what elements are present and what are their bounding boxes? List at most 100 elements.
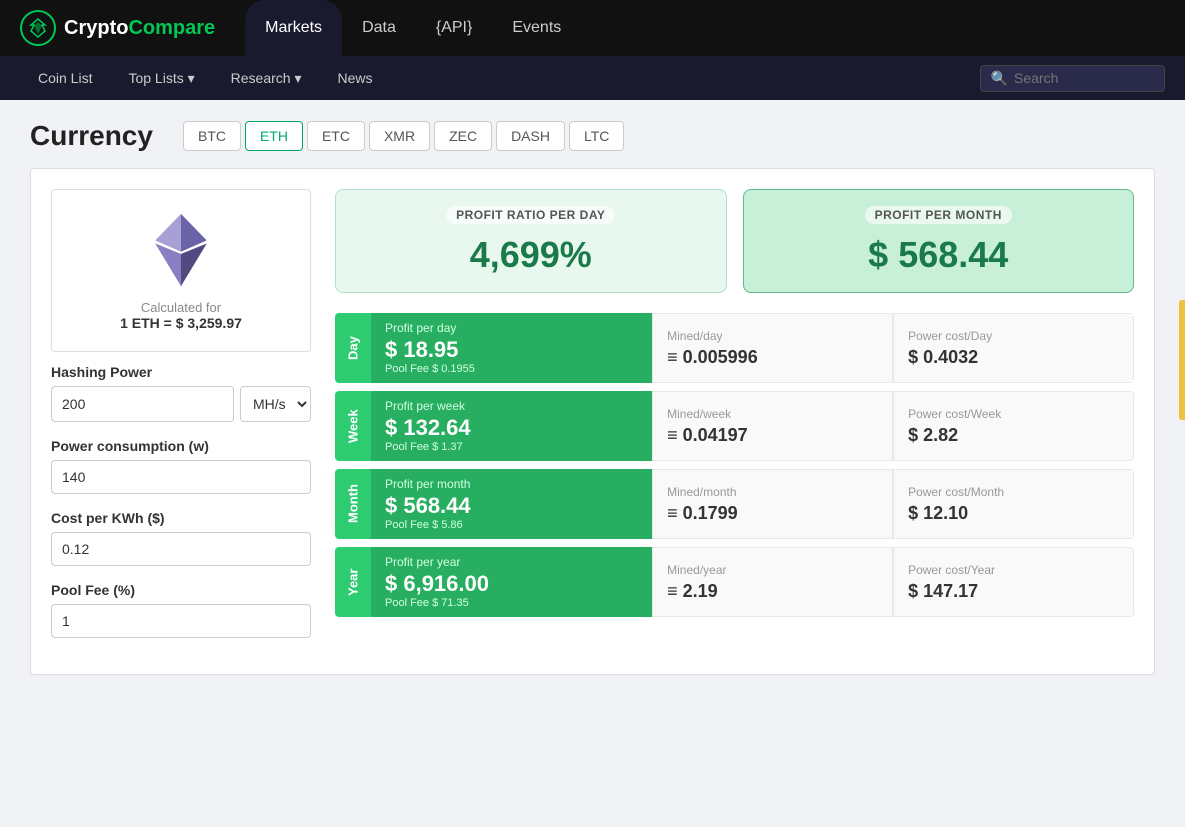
profit-main-3: Profit per year $ 6,916.00 Pool Fee $ 71… (371, 547, 652, 617)
pool-fee-display-1: Pool Fee $ 1.37 (385, 441, 638, 453)
nav-top-lists[interactable]: Top Lists ▾ (110, 56, 212, 100)
cost-kwh-group: Cost per KWh ($) (51, 510, 311, 566)
main-panel: Calculated for 1 ETH = $ 3,259.97 Hashin… (30, 168, 1155, 675)
data-row-day: Day Profit per day $ 18.95 Pool Fee $ 0.… (335, 313, 1134, 383)
pool-fee-display-2: Pool Fee $ 5.86 (385, 519, 638, 531)
power-value-1: $ 2.82 (908, 425, 1119, 446)
data-row-month: Month Profit per month $ 568.44 Pool Fee… (335, 469, 1134, 539)
profit-amount-3: $ 6,916.00 (385, 571, 638, 597)
hashing-power-group: Hashing Power MH/s GH/s TH/s (51, 364, 311, 422)
mined-label-3: Mined/year (667, 563, 878, 577)
tab-dash[interactable]: DASH (496, 121, 565, 151)
pool-fee-display-0: Pool Fee $ 0.1955 (385, 363, 638, 375)
mined-value-2: ≡ 0.1799 (667, 503, 878, 524)
search-box[interactable]: 🔍 (980, 65, 1165, 92)
profit-title-2: Profit per month (385, 477, 638, 491)
top-nav: CryptoCompare Markets Data {API} Events (0, 0, 1185, 56)
hashing-power-unit[interactable]: MH/s GH/s TH/s (240, 386, 311, 422)
power-cell-0: Power cost/Day $ 0.4032 (893, 313, 1134, 383)
nav-research[interactable]: Research ▾ (213, 56, 320, 100)
eth-logo-box: Calculated for 1 ETH = $ 3,259.97 (51, 189, 311, 352)
power-consumption-input[interactable] (51, 460, 311, 494)
logo-text-compare: Compare (128, 17, 215, 40)
period-label-2: Month (335, 469, 371, 539)
page-title: Currency (30, 120, 153, 152)
data-row-year: Year Profit per year $ 6,916.00 Pool Fee… (335, 547, 1134, 617)
data-rows: Day Profit per day $ 18.95 Pool Fee $ 0.… (335, 313, 1134, 617)
mined-label-2: Mined/month (667, 485, 878, 499)
power-consumption-label: Power consumption (w) (51, 438, 311, 454)
cost-kwh-input[interactable] (51, 532, 311, 566)
period-label-0: Day (335, 313, 371, 383)
pool-fee-label: Pool Fee (%) (51, 582, 311, 598)
mined-label-1: Mined/week (667, 407, 878, 421)
mined-cell-3: Mined/year ≡ 2.19 (652, 547, 893, 617)
power-label-2: Power cost/Month (908, 485, 1119, 499)
pool-fee-input[interactable] (51, 604, 311, 638)
mined-label-0: Mined/day (667, 329, 878, 343)
cost-kwh-label: Cost per KWh ($) (51, 510, 311, 526)
profit-amount-1: $ 132.64 (385, 415, 638, 441)
power-cell-1: Power cost/Week $ 2.82 (893, 391, 1134, 461)
hashing-power-input[interactable] (51, 386, 234, 422)
main-nav-items: Markets Data {API} Events (245, 0, 1165, 56)
tab-eth[interactable]: ETH (245, 121, 303, 151)
profit-month-value: $ 568.44 (764, 234, 1114, 276)
profit-main-2: Profit per month $ 568.44 Pool Fee $ 5.8… (371, 469, 652, 539)
profit-main-1: Profit per week $ 132.64 Pool Fee $ 1.37 (371, 391, 652, 461)
power-cell-2: Power cost/Month $ 12.10 (893, 469, 1134, 539)
profit-ratio-value: 4,699% (356, 234, 706, 276)
summary-profit-month: PROFIT PER MONTH $ 568.44 (743, 189, 1135, 293)
nav-markets[interactable]: Markets (245, 0, 342, 56)
tab-ltc[interactable]: LTC (569, 121, 624, 151)
summary-profit-ratio: PROFIT RATIO PER DAY 4,699% (335, 189, 727, 293)
pool-fee-group: Pool Fee (%) (51, 582, 311, 638)
left-column: Calculated for 1 ETH = $ 3,259.97 Hashin… (51, 189, 311, 654)
mined-cell-1: Mined/week ≡ 0.04197 (652, 391, 893, 461)
mined-cell-2: Mined/month ≡ 0.1799 (652, 469, 893, 539)
accent-bar (1179, 300, 1185, 420)
power-value-0: $ 0.4032 (908, 347, 1119, 368)
pool-fee-display-3: Pool Fee $ 71.35 (385, 597, 638, 609)
profit-title-1: Profit per week (385, 399, 638, 413)
logo-text-crypto: Crypto (64, 17, 128, 40)
currency-tabs: BTC ETH ETC XMR ZEC DASH LTC (183, 121, 624, 151)
power-cell-3: Power cost/Year $ 147.17 (893, 547, 1134, 617)
calc-label: Calculated for (141, 300, 221, 315)
secondary-nav: Coin List Top Lists ▾ Research ▾ News 🔍 (0, 56, 1185, 100)
mined-cell-0: Mined/day ≡ 0.005996 (652, 313, 893, 383)
eth-logo (141, 210, 221, 290)
summary-row: PROFIT RATIO PER DAY 4,699% PROFIT PER M… (335, 189, 1134, 293)
tab-etc[interactable]: ETC (307, 121, 365, 151)
period-label-3: Year (335, 547, 371, 617)
profit-ratio-label: PROFIT RATIO PER DAY (446, 206, 615, 224)
power-consumption-group: Power consumption (w) (51, 438, 311, 494)
search-input[interactable] (1014, 70, 1154, 86)
power-label-1: Power cost/Week (908, 407, 1119, 421)
right-column: PROFIT RATIO PER DAY 4,699% PROFIT PER M… (335, 189, 1134, 654)
tab-zec[interactable]: ZEC (434, 121, 492, 151)
tab-btc[interactable]: BTC (183, 121, 241, 151)
profit-amount-2: $ 568.44 (385, 493, 638, 519)
page-content: Currency BTC ETH ETC XMR ZEC DASH LTC (0, 100, 1185, 695)
nav-events[interactable]: Events (492, 0, 581, 56)
power-label-3: Power cost/Year (908, 563, 1119, 577)
nav-news[interactable]: News (319, 56, 390, 100)
power-value-3: $ 147.17 (908, 581, 1119, 602)
mined-value-1: ≡ 0.04197 (667, 425, 878, 446)
tab-xmr[interactable]: XMR (369, 121, 430, 151)
nav-coin-list[interactable]: Coin List (20, 56, 110, 100)
data-row-week: Week Profit per week $ 132.64 Pool Fee $… (335, 391, 1134, 461)
currency-header: Currency BTC ETH ETC XMR ZEC DASH LTC (30, 120, 1155, 152)
nav-api[interactable]: {API} (416, 0, 492, 56)
calc-value: 1 ETH = $ 3,259.97 (120, 315, 242, 331)
hashing-power-row: MH/s GH/s TH/s (51, 386, 311, 422)
period-label-1: Week (335, 391, 371, 461)
power-label-0: Power cost/Day (908, 329, 1119, 343)
hashing-power-label: Hashing Power (51, 364, 311, 380)
logo: CryptoCompare (20, 10, 215, 46)
mined-value-3: ≡ 2.19 (667, 581, 878, 602)
logo-icon (20, 10, 56, 46)
mined-value-0: ≡ 0.005996 (667, 347, 878, 368)
nav-data[interactable]: Data (342, 0, 416, 56)
